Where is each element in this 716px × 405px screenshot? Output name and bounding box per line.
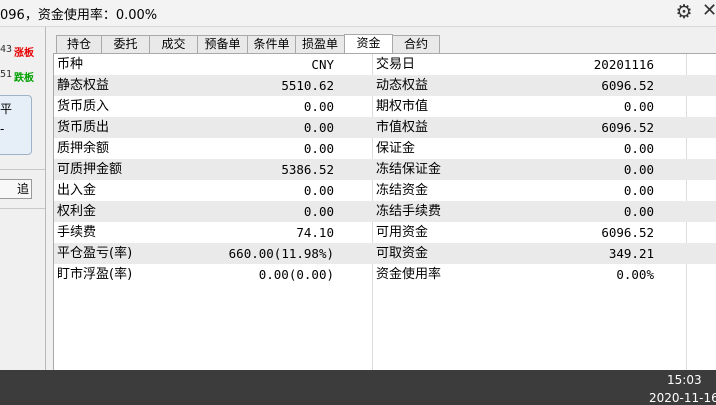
field-value: 0.00 [303,120,334,135]
field-label: 货币质出 [57,120,110,135]
field-value: 0.00 [303,99,334,114]
field-value: 0.00 [623,99,654,114]
field-value: 0.00 [303,204,334,219]
table-row[interactable]: 币种 CNY 交易日 20201116 [54,54,716,75]
top-status-bar: 096，资金使用率：0.00% ⚙ ✕ [0,0,716,27]
field-label: 可取资金 [376,246,429,261]
field-label: 货币质入 [57,99,110,114]
field-value: 74.10 [296,225,334,240]
field-label: 期权市值 [376,99,429,114]
divider [0,208,45,209]
close-position-value: - [0,122,5,136]
field-label: 平仓盈亏(率) [57,246,133,261]
chase-button[interactable]: 追 [0,179,32,199]
table-row[interactable]: 平仓盈亏(率) 660.00(11.98%) 可取资金 349.21 [54,243,716,264]
close-icon[interactable]: ✕ [702,1,716,21]
funds-table: 币种 CNY 交易日 20201116 静态权益 5510.62 动态权益 60… [53,53,716,371]
clock-time[interactable]: 15:03 [667,373,702,387]
limit-up-count: 43 [0,44,13,55]
table-row[interactable]: 盯市浮盈(率) 0.00(0.00) 资金使用率 0.00% [54,264,716,285]
field-label: 冻结手续费 [376,204,442,219]
field-label: 市值权益 [376,120,429,135]
table-row[interactable]: 手续费 74.10 可用资金 6096.52 [54,222,716,243]
field-value: 6096.52 [601,225,654,240]
tab-orders[interactable]: 委托 [101,35,150,53]
clock-date[interactable]: 2020-11-16 [649,391,716,405]
field-value: 0.00 [623,141,654,156]
field-label: 冻结资金 [376,183,429,198]
field-label: 动态权益 [376,78,429,93]
field-label: 静态权益 [57,78,110,93]
close-position-box[interactable]: 平 - [0,95,32,155]
tab-prepared-orders[interactable]: 预备单 [197,35,248,53]
tab-conditional-orders[interactable]: 条件单 [247,35,296,53]
field-value: 20201116 [593,57,654,72]
field-value: 5386.52 [281,162,334,177]
tab-positions[interactable]: 持仓 [56,35,102,53]
taskbar: 15:03 2020-11-16 [0,370,716,405]
limit-up-label: 涨板 [14,48,34,59]
field-value: 5510.62 [281,78,334,93]
gear-icon[interactable]: ⚙ [674,2,694,22]
field-label: 交易日 [376,57,416,72]
tab-funds[interactable]: 资金 [344,34,393,53]
field-label: 保证金 [376,141,416,156]
field-value: CNY [311,57,334,72]
field-label: 出入金 [57,183,97,198]
field-value: 6096.52 [601,78,654,93]
table-row[interactable]: 货币质出 0.00 市值权益 6096.52 [54,117,716,138]
field-label: 可质押金额 [57,162,123,177]
left-side-panel: 43 涨板 51 跌板 平 - 追 [0,27,46,370]
field-value: 0.00(0.00) [258,267,334,282]
table-row[interactable]: 可质押金额 5386.52 冻结保证金 0.00 [54,159,716,180]
limit-down-count: 51 [0,69,13,80]
account-status-text: 096，资金使用率：0.00% [0,8,158,23]
field-label: 权利金 [57,204,97,219]
field-value: 0.00% [616,267,654,282]
field-value: 0.00 [623,204,654,219]
field-value: 349.21 [608,246,654,261]
table-row[interactable]: 质押余额 0.00 保证金 0.00 [54,138,716,159]
table-row[interactable]: 静态权益 5510.62 动态权益 6096.52 [54,75,716,96]
table-row[interactable]: 权利金 0.00 冻结手续费 0.00 [54,201,716,222]
tab-trades[interactable]: 成交 [149,35,198,53]
tab-contracts[interactable]: 合约 [392,35,440,53]
tab-bar: 持仓 委托 成交 预备单 条件单 损盈单 资金 合约 [56,34,440,53]
field-value: 0.00 [303,183,334,198]
table-row[interactable]: 出入金 0.00 冻结资金 0.00 [54,180,716,201]
field-label: 资金使用率 [376,267,442,282]
field-value: 660.00(11.98%) [228,246,334,261]
field-value: 6096.52 [601,120,654,135]
field-value: 0.00 [623,183,654,198]
field-label: 冻结保证金 [376,162,442,177]
divider [0,169,45,170]
table-row[interactable]: 货币质入 0.00 期权市值 0.00 [54,96,716,117]
field-value: 0.00 [623,162,654,177]
field-label: 盯市浮盈(率) [57,267,133,282]
limit-down-label: 跌板 [14,73,34,84]
tab-stop-orders[interactable]: 损盈单 [295,35,345,53]
field-value: 0.00 [303,141,334,156]
close-position-label: 平 [0,102,13,116]
field-label: 币种 [57,57,84,72]
field-label: 可用资金 [376,225,429,240]
field-label: 手续费 [57,225,97,240]
field-label: 质押余额 [57,141,110,156]
